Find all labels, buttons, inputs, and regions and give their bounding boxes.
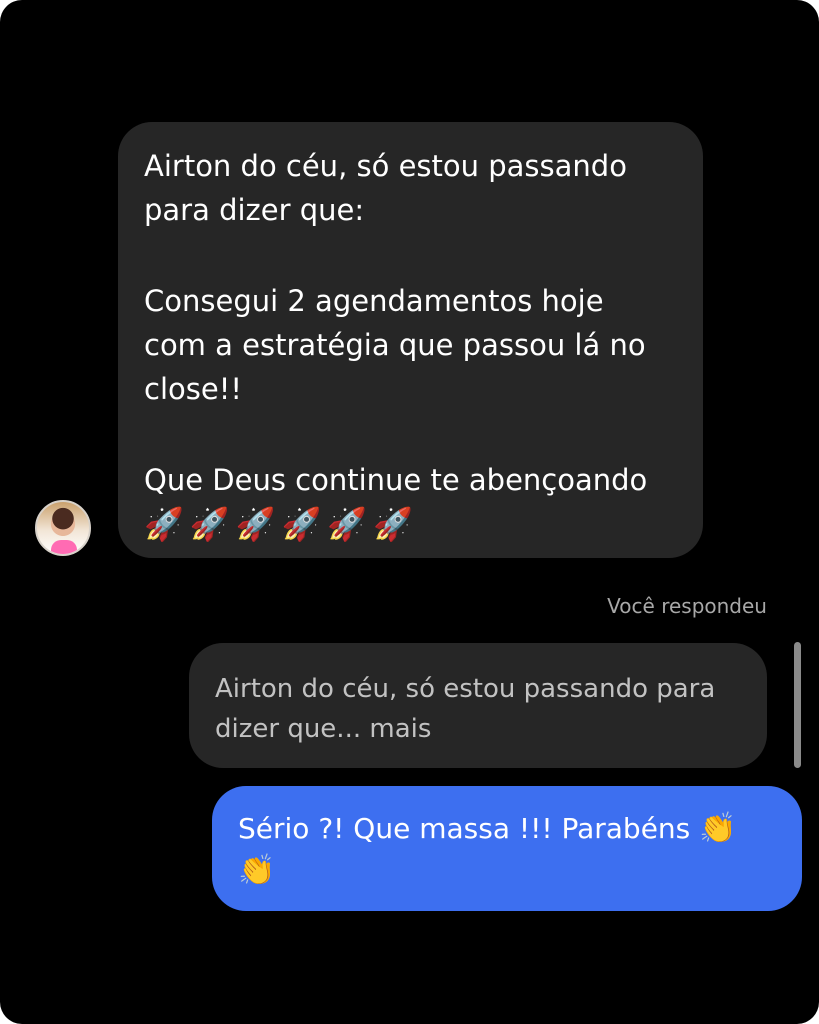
quoted-line-1: Airton do céu, só estou passando para (215, 674, 716, 704)
avatar-shirt (51, 540, 77, 554)
outgoing-line-2: 👏 (238, 850, 778, 892)
reply-status-label: Você respondeu (607, 594, 767, 618)
incoming-line-6: Que Deus continue te abençoando (144, 463, 648, 497)
outgoing-message-bubble[interactable]: Sério ?! Que massa !!! Parabéns 👏 👏 (212, 786, 802, 911)
incoming-line-4: com a estratégia que passou lá no (144, 328, 646, 362)
incoming-paragraph-3: Que Deus continue te abençoando 🚀🚀🚀🚀🚀🚀 (144, 458, 677, 544)
rocket-emoji-row: 🚀🚀🚀🚀🚀🚀 (144, 505, 420, 543)
incoming-paragraph-2: Consegui 2 agendamentos hoje com a estra… (144, 279, 677, 411)
incoming-line-2: para dizer que: (144, 193, 365, 227)
clapping-hands-icon: 👏 (238, 853, 276, 888)
avatar[interactable] (35, 500, 91, 556)
quoted-message-bubble[interactable]: Airton do céu, só estou passando para di… (189, 643, 767, 768)
reply-quote-bar (794, 642, 801, 768)
incoming-message-bubble[interactable]: Airton do céu, só estou passando para di… (118, 122, 703, 558)
outgoing-line-1: Sério ?! Que massa !!! Parabéns 👏 (238, 808, 778, 850)
incoming-line-3: Consegui 2 agendamentos hoje (144, 284, 604, 318)
outgoing-text: Sério ?! Que massa !!! Parabéns (238, 812, 691, 845)
incoming-paragraph-1: Airton do céu, só estou passando para di… (144, 144, 677, 232)
incoming-line-1: Airton do céu, só estou passando (144, 149, 627, 183)
incoming-line-5: close!! (144, 372, 242, 406)
chat-screen: Airton do céu, só estou passando para di… (0, 0, 819, 1024)
clapping-hands-icon: 👏 (699, 811, 737, 846)
quoted-line-2: dizer que... mais (215, 714, 432, 744)
